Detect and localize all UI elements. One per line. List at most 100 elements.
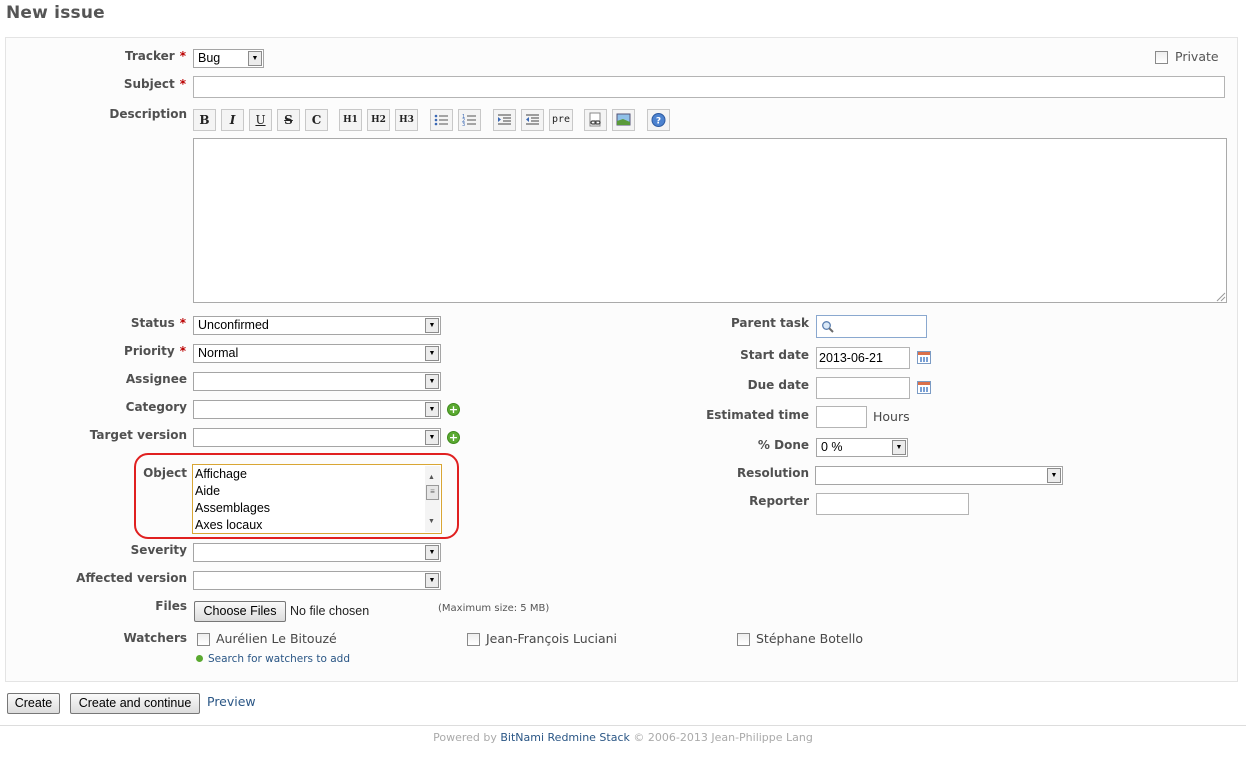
target-version-label: Target version (89, 428, 187, 442)
description-textarea[interactable] (193, 138, 1227, 303)
start-date-input[interactable]: 2013-06-21 (816, 347, 910, 369)
hours-unit: Hours (873, 409, 910, 424)
priority-label: Priority * (124, 344, 186, 358)
watcher-name: Aurélien Le Bitouzé (216, 631, 337, 646)
chevron-down-icon: ▼ (425, 430, 439, 445)
priority-select[interactable]: Normal ▼ (193, 344, 441, 363)
create-and-continue-button[interactable]: Create and continue (70, 693, 200, 714)
italic-button[interactable]: I (221, 109, 244, 131)
preformatted-button[interactable]: pre (549, 109, 573, 131)
indent-button[interactable] (493, 109, 516, 131)
object-scrollbar[interactable]: ▲ ≡ ▼ (425, 466, 440, 532)
tracker-select[interactable]: Bug ▼ (193, 49, 264, 68)
inline-code-button[interactable]: C (305, 109, 328, 131)
estimated-time-input[interactable] (816, 406, 867, 428)
strikethrough-button[interactable]: S (277, 109, 300, 131)
search-watchers-link[interactable]: Search for watchers to add (208, 653, 350, 665)
object-option[interactable]: Aide (195, 483, 441, 500)
tracker-label: Tracker * (125, 49, 186, 63)
choose-files-button[interactable]: Choose Files (194, 601, 286, 622)
heading2-button[interactable]: H2 (367, 109, 390, 131)
preview-link[interactable]: Preview (207, 694, 256, 709)
chevron-down-icon: ▼ (425, 346, 439, 361)
help-button[interactable]: ? (647, 109, 670, 131)
chevron-down-icon: ▼ (892, 440, 906, 455)
subject-input[interactable] (193, 76, 1225, 98)
object-option[interactable]: Assemblages (195, 500, 441, 517)
indent-icon (498, 114, 511, 125)
heading1-button[interactable]: H1 (339, 109, 362, 131)
link-button[interactable] (584, 109, 607, 131)
svg-text:?: ? (656, 117, 661, 127)
numbered-list-icon: 123 (462, 114, 476, 128)
watcher-checkbox[interactable] (197, 633, 210, 646)
bold-button[interactable]: B (193, 109, 216, 131)
file-status: No file chosen (290, 604, 370, 618)
status-select[interactable]: Unconfirmed ▼ (193, 316, 441, 335)
severity-label: Severity (130, 543, 187, 557)
create-button[interactable]: Create (7, 693, 60, 714)
object-option[interactable]: Affichage (195, 466, 441, 483)
outdent-button[interactable] (521, 109, 544, 131)
add-watcher-icon (196, 655, 203, 662)
chevron-down-icon: ▼ (425, 318, 439, 333)
footer-copyright: © 2006-2013 Jean-Philippe Lang (633, 731, 813, 744)
link-icon (589, 112, 601, 127)
reporter-label: Reporter (749, 494, 809, 508)
done-ratio-select[interactable]: 0 % ▼ (816, 438, 908, 457)
resolution-select[interactable]: ▼ (815, 466, 1063, 485)
heading3-button[interactable]: H3 (395, 109, 418, 131)
done-ratio-label: % Done (757, 438, 809, 452)
affected-version-label: Affected version (76, 571, 187, 585)
issue-form (5, 37, 1238, 682)
category-label: Category (125, 400, 187, 414)
max-size-note: (Maximum size: 5 MB) (438, 603, 550, 614)
calendar-icon[interactable] (917, 351, 931, 364)
image-button[interactable] (612, 109, 635, 131)
due-date-label: Due date (747, 378, 809, 392)
parent-task-label: Parent task (730, 316, 809, 330)
watcher-checkbox[interactable] (467, 633, 480, 646)
watcher-name: Jean-François Luciani (486, 631, 618, 646)
outdent-icon (526, 114, 539, 125)
parent-task-input[interactable] (816, 315, 927, 338)
image-icon (616, 113, 631, 126)
calendar-icon[interactable] (917, 381, 931, 394)
underline-button[interactable]: U (249, 109, 272, 131)
files-label: Files (155, 599, 187, 613)
unordered-list-button[interactable] (430, 109, 453, 131)
page-title: New issue (6, 3, 105, 23)
resolution-label: Resolution (736, 466, 809, 480)
private-checkbox[interactable] (1155, 51, 1168, 64)
chevron-down-icon: ▼ (425, 374, 439, 389)
affected-version-select[interactable]: ▼ (193, 571, 441, 590)
footer-product-link[interactable]: BitNami Redmine Stack (500, 731, 630, 744)
object-listbox[interactable]: Affichage Aide Assemblages Axes locaux ▲… (192, 464, 442, 534)
reporter-input[interactable] (816, 493, 969, 515)
help-icon: ? (651, 113, 666, 127)
search-icon (822, 321, 834, 333)
chevron-down-icon: ▼ (425, 573, 439, 588)
object-label: Object (143, 466, 187, 480)
ordered-list-button[interactable]: 123 (458, 109, 481, 131)
resize-handle-icon[interactable] (1216, 292, 1226, 302)
target-version-select[interactable]: ▼ (193, 428, 441, 447)
svg-text:3: 3 (462, 122, 465, 128)
assignee-label: Assignee (125, 372, 187, 386)
footer-powered-by: Powered by (433, 731, 497, 744)
estimated-time-label: Estimated time (706, 408, 809, 422)
add-category-icon[interactable]: + (447, 403, 460, 416)
object-option[interactable]: Axes locaux (195, 517, 441, 534)
due-date-input[interactable] (816, 377, 910, 399)
status-label: Status * (130, 316, 186, 330)
bullet-list-icon (434, 114, 448, 126)
watcher-name: Stéphane Botello (756, 631, 864, 646)
watcher-checkbox[interactable] (737, 633, 750, 646)
add-version-icon[interactable]: + (447, 431, 460, 444)
subject-label: Subject * (123, 77, 186, 91)
severity-select[interactable]: ▼ (193, 543, 441, 562)
chevron-down-icon: ▼ (1047, 468, 1061, 483)
assignee-select[interactable]: ▼ (193, 372, 441, 391)
footer-divider (0, 725, 1246, 726)
category-select[interactable]: ▼ (193, 400, 441, 419)
